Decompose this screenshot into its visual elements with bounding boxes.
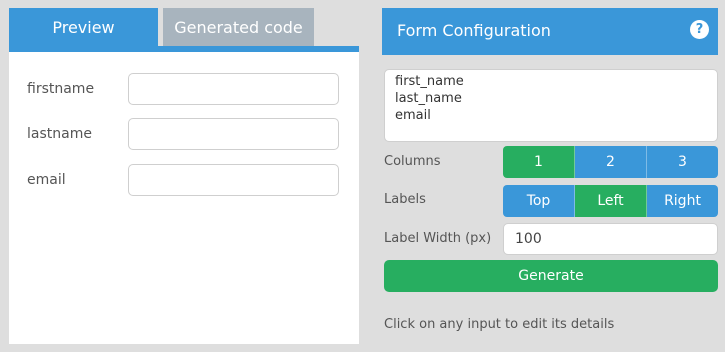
lastname-input[interactable] xyxy=(128,118,339,150)
columns-option-1[interactable]: 1 xyxy=(503,146,575,178)
email-input[interactable] xyxy=(128,164,339,196)
tab-generated-code[interactable]: Generated code xyxy=(163,8,314,46)
labels-option-right[interactable]: Right xyxy=(647,185,718,217)
config-header: Form Configuration ? xyxy=(382,8,718,55)
config-title: Form Configuration xyxy=(397,21,551,40)
generate-button[interactable]: Generate xyxy=(384,260,718,292)
columns-label: Columns xyxy=(384,154,441,169)
preview-field-firstname: firstname xyxy=(9,73,359,105)
help-icon[interactable]: ? xyxy=(690,20,709,39)
firstname-input[interactable] xyxy=(128,73,339,105)
field-label: firstname xyxy=(27,81,95,97)
field-label: lastname xyxy=(27,126,92,142)
tab-preview[interactable]: Preview xyxy=(9,8,158,46)
columns-selector: 1 2 3 xyxy=(503,146,718,178)
preview-field-lastname: lastname xyxy=(9,118,359,150)
columns-option-2[interactable]: 2 xyxy=(575,146,647,178)
labels-selector: Top Left Right xyxy=(503,185,718,217)
hint-text: Click on any input to edit its details xyxy=(384,317,615,332)
labels-label: Labels xyxy=(384,192,426,207)
preview-field-email: email xyxy=(9,164,359,196)
labels-option-top[interactable]: Top xyxy=(503,185,575,217)
field-label: email xyxy=(27,172,66,188)
columns-option-3[interactable]: 3 xyxy=(647,146,718,178)
fields-textarea[interactable]: first_name last_name email xyxy=(384,69,718,142)
form-preview: firstname lastname email xyxy=(9,52,359,344)
label-width-label: Label Width (px) xyxy=(384,231,492,246)
label-width-input[interactable] xyxy=(503,223,718,255)
preview-tabs: Preview Generated code xyxy=(9,8,359,52)
labels-option-left[interactable]: Left xyxy=(575,185,647,217)
